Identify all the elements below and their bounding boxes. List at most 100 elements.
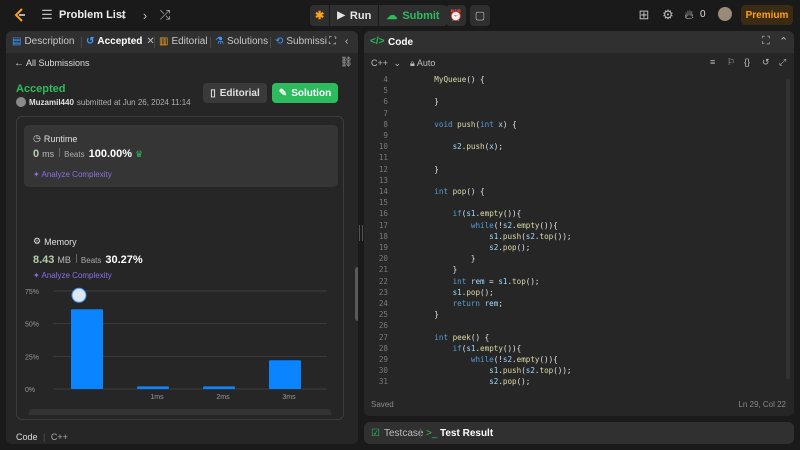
testcase-tab[interactable]: Testcase: [384, 428, 423, 439]
code-line[interactable]: return rem;: [416, 299, 503, 308]
editor-tab-bar: </> Code ⛶ ⌃: [364, 31, 794, 53]
code-line[interactable]: int pop() {: [416, 187, 484, 196]
chart-y-tick-label: 0%: [25, 387, 35, 394]
chart-x-tick-label: 1ms: [150, 394, 164, 401]
scrollbar-thumb[interactable]: [355, 267, 358, 321]
line-number: 25: [378, 310, 388, 320]
user-avatar[interactable]: [718, 7, 732, 21]
streak-flame-icon[interactable]: 🔥︎: [683, 7, 695, 23]
code-line[interactable]: }: [416, 254, 476, 263]
current-user-marker: [71, 287, 87, 303]
run-button[interactable]: ▶ Run: [330, 5, 379, 26]
left-panel: ▤ Description ↺ Accepted ✕ ▥ Editorial ⚗…: [6, 31, 358, 444]
share-link-icon[interactable]: ⛓: [340, 57, 353, 68]
terminal-icon: >_: [426, 428, 438, 439]
problem-list-icon[interactable]: ☰: [39, 7, 55, 23]
all-submissions-link[interactable]: All Submissions: [26, 58, 90, 68]
tab-solutions[interactable]: ⚗ Solutions: [215, 36, 268, 47]
auto-mode-toggle[interactable]: 🔒︎ Auto: [410, 58, 435, 69]
code-line[interactable]: if(s1.empty()){: [416, 209, 522, 218]
maximize-panel-icon[interactable]: ⛶: [329, 36, 336, 47]
editor-settings-icon[interactable]: ⤢: [779, 57, 786, 68]
collapse-editor-icon[interactable]: ⌃: [779, 35, 788, 48]
runtime-card[interactable]: ◷ Runtime 0 ms Beats 100.00% ♛ ✦ Analyze…: [24, 125, 338, 187]
submit-label: Submit: [402, 9, 440, 22]
runtime-number: 0: [33, 148, 40, 160]
code-line[interactable]: while(!s2.empty()){: [416, 221, 558, 230]
line-number: 23: [378, 287, 388, 297]
braces-icon[interactable]: {}: [744, 57, 750, 67]
tab-accepted[interactable]: ↺ Accepted ✕: [86, 36, 155, 47]
code-line[interactable]: int rem = s1.top();: [416, 277, 540, 286]
collapse-panel-icon[interactable]: ‹: [345, 36, 348, 47]
memory-label[interactable]: ⚙ Memory: [33, 236, 77, 247]
line-number: 16: [378, 209, 388, 219]
tab-editorial-label: Editorial: [171, 36, 208, 47]
prev-problem-icon[interactable]: ‹: [115, 7, 131, 23]
test-result-tab[interactable]: Test Result: [440, 428, 493, 439]
tab-divider: [210, 37, 211, 48]
submit-button[interactable]: ☁ Submit: [379, 5, 447, 26]
code-line[interactable]: s1.pop();: [416, 288, 494, 297]
code-line[interactable]: int peek() {: [416, 333, 489, 342]
line-number: 19: [378, 243, 388, 252]
auto-mode-label: Auto: [416, 58, 436, 68]
shuffle-icon[interactable]: ⤮: [157, 7, 173, 23]
leetcode-logo-icon[interactable]: [12, 7, 28, 23]
reset-icon[interactable]: ↺: [762, 57, 770, 68]
streak-count: 0: [700, 9, 706, 20]
code-line[interactable]: }: [416, 310, 439, 319]
code-line[interactable]: if(s1.empty()){: [416, 344, 522, 353]
code-line[interactable]: }: [416, 165, 439, 174]
runtime-distribution-chart[interactable]: 75% 50% 25% 0% 1ms 2ms 3ms: [17, 265, 343, 415]
code-line[interactable]: s1.push(s2.top());: [416, 232, 571, 241]
code-line[interactable]: void push(int x) {: [416, 120, 516, 129]
runtime-analyze-link[interactable]: ✦ Analyze Complexity: [33, 170, 112, 179]
debug-button[interactable]: ✱: [310, 5, 330, 26]
code-tab-label[interactable]: Code: [388, 37, 413, 48]
editorial-button[interactable]: ▯ Editorial: [203, 83, 267, 103]
format-icon[interactable]: ≡: [710, 57, 715, 67]
code-line[interactable]: while(!s2.empty()){: [416, 355, 558, 364]
tab-submissions[interactable]: ⟲ Submissio: [275, 36, 327, 47]
code-line[interactable]: }: [416, 265, 458, 274]
solution-button[interactable]: ✎ Solution: [272, 83, 338, 103]
divider: [75, 254, 77, 263]
history-icon: ↺: [86, 36, 95, 47]
notes-button[interactable]: ▢: [470, 5, 490, 26]
next-problem-icon[interactable]: ›: [137, 7, 153, 23]
tab-description[interactable]: ▤ Description: [12, 36, 74, 47]
code-line[interactable]: s1.push(s2.top());: [416, 366, 571, 375]
flask-icon: ⚗: [215, 36, 224, 47]
cursor-position: Ln 29, Col 22: [738, 400, 786, 409]
console-tab-bar: ☑ Testcase >_ Test Result: [364, 422, 794, 444]
code-area[interactable]: 4 MyQueue() {5 6 } 7 8 void push(int x) {9 1…: [364, 73, 794, 388]
bookmark-icon[interactable]: ⚐: [727, 57, 735, 68]
runtime-label: ◷ Runtime: [33, 133, 77, 144]
clock-icon: ⟲: [275, 36, 284, 47]
code-line[interactable]: }: [416, 97, 439, 106]
premium-button[interactable]: Premium: [741, 5, 793, 25]
chart-x-tick-label: 2ms: [216, 394, 230, 401]
line-number: 6: [383, 97, 388, 107]
code-line[interactable]: s2.push(x);: [416, 142, 503, 151]
panel-resize-handle[interactable]: [359, 225, 363, 241]
tab-editorial[interactable]: ▥ Editorial: [159, 36, 208, 47]
chart-bar: [137, 386, 169, 389]
maximize-editor-icon[interactable]: ⛶: [762, 35, 770, 48]
stopwatch-icon: ◷: [33, 133, 41, 143]
code-line[interactable]: s2.pop();: [416, 377, 530, 386]
line-number: 10: [378, 142, 388, 152]
editor-scrollbar[interactable]: [786, 79, 790, 379]
back-arrow-icon[interactable]: ←: [14, 58, 24, 69]
runtime-value: 0 ms Beats 100.00% ♛: [33, 148, 143, 160]
code-line[interactable]: s2.pop();: [416, 243, 530, 252]
code-line[interactable]: MyQueue() {: [416, 75, 484, 84]
edit-icon: ✎: [278, 87, 288, 99]
timer-button[interactable]: ⏰: [446, 5, 466, 26]
submitter-username[interactable]: Muzamil440: [29, 98, 74, 107]
editor-status-bar: Saved Ln 29, Col 22: [364, 398, 794, 412]
settings-gear-icon[interactable]: ⚙: [660, 7, 676, 23]
language-select[interactable]: C++ ⌄: [371, 58, 401, 69]
layout-grid-icon[interactable]: ⊞: [636, 7, 652, 23]
